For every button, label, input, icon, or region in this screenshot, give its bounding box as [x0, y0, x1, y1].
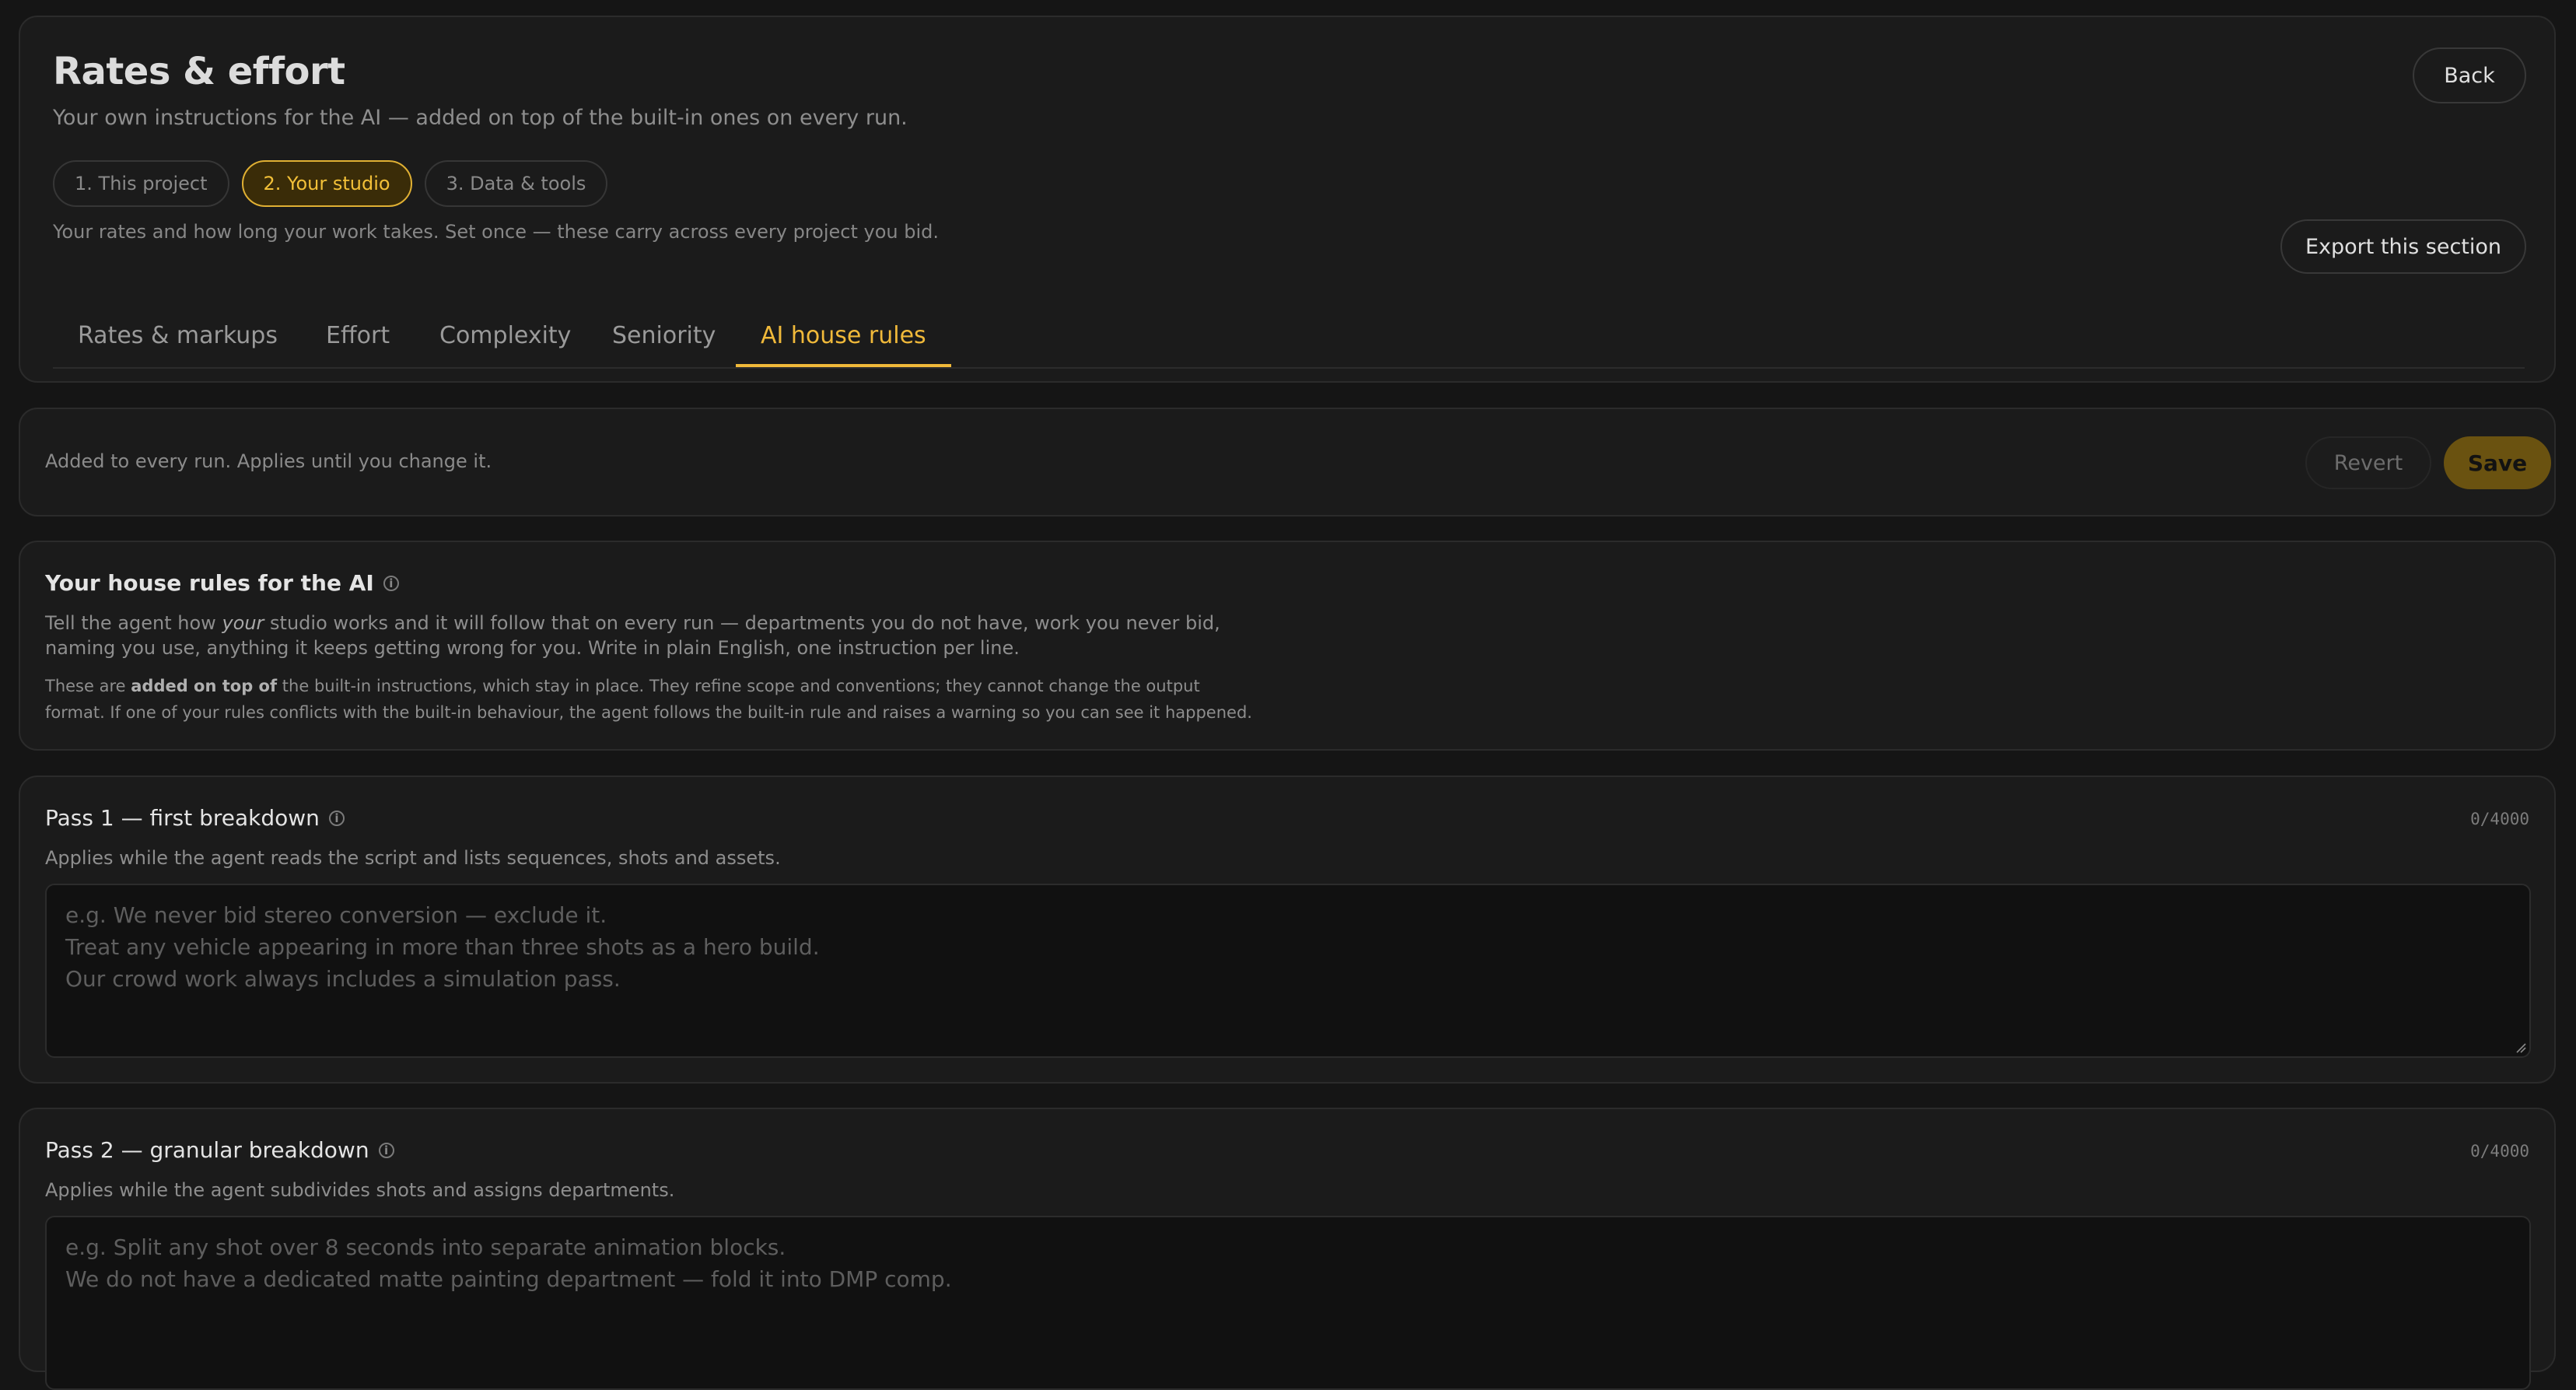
info-icon[interactable]: i [378, 1142, 394, 1158]
house-rules-card: Your house rules for the AI i Tell the a… [19, 541, 2556, 751]
revert-button[interactable]: Revert [2305, 436, 2431, 489]
pass-2-rules-textarea[interactable]: e.g. Split any shot over 8 seconds into … [45, 1216, 2531, 1390]
pass-2-card: Pass 2 — granular breakdown i 0/4000 App… [19, 1108, 2556, 1390]
tab-ai-house-rules[interactable]: AI house rules [736, 303, 951, 367]
info-icon[interactable]: i [328, 810, 345, 826]
pass-2-title: Pass 2 — granular breakdown [45, 1137, 369, 1163]
step-switcher: 1. This project 2. Your studio 3. Data &… [53, 160, 608, 207]
resize-handle-icon[interactable] [2515, 1042, 2526, 1053]
save-bar: Added to every run. Applies until you ch… [19, 408, 2556, 516]
tab-seniority[interactable]: Seniority [612, 303, 716, 367]
placeholder-line: e.g. We never bid stereo conversion — ex… [65, 902, 607, 928]
tab-complexity[interactable]: Complexity [439, 303, 571, 367]
placeholder-line: Treat any vehicle appearing in more than… [65, 934, 820, 960]
tab-rates-markups[interactable]: Rates & markups [78, 303, 278, 367]
step-description: Your rates and how long your work takes.… [53, 221, 939, 243]
back-button[interactable]: Back [2413, 47, 2526, 103]
step-data-tools[interactable]: 3. Data & tools [424, 160, 608, 207]
pass-1-description: Applies while the agent reads the script… [45, 847, 781, 869]
placeholder-line: Our crowd work always includes a simulat… [65, 966, 621, 992]
step-your-studio[interactable]: 2. Your studio [241, 160, 412, 207]
placeholder-line: e.g. Split any shot over 8 seconds into … [65, 1234, 786, 1260]
header-card: Rates & effort Your own instructions for… [19, 16, 2556, 383]
pass-2-description: Applies while the agent subdivides shots… [45, 1179, 675, 1201]
page-title: Rates & effort [53, 50, 345, 93]
house-rules-intro: Tell the agent how your studio works and… [45, 612, 1220, 659]
house-rules-heading: Your house rules for the AI i [45, 570, 399, 596]
pass-1-title: Pass 1 — first breakdown [45, 805, 320, 831]
pass-2-heading: Pass 2 — granular breakdown i [45, 1137, 394, 1163]
pass-1-card: Pass 1 — first breakdown i 0/4000 Applie… [19, 776, 2556, 1084]
house-rules-title: Your house rules for the AI [45, 570, 374, 596]
pass-1-rules-textarea[interactable]: e.g. We never bid stereo conversion — ex… [45, 884, 2531, 1058]
pass-1-char-counter: 0/4000 [2470, 810, 2529, 828]
house-rules-note: These are added on top of the built-in i… [45, 677, 1252, 722]
step-this-project[interactable]: 1. This project [53, 160, 229, 207]
pass-2-char-counter: 0/4000 [2470, 1142, 2529, 1161]
info-icon[interactable]: i [383, 575, 399, 591]
placeholder-line: We do not have a dedicated matte paintin… [65, 1266, 952, 1292]
export-section-button[interactable]: Export this section [2280, 219, 2526, 274]
section-tabs: Rates & markups Effort Complexity Senior… [53, 303, 2525, 369]
pass-1-heading: Pass 1 — first breakdown i [45, 805, 345, 831]
save-hint: Added to every run. Applies until you ch… [45, 450, 492, 472]
tab-effort[interactable]: Effort [326, 303, 390, 367]
save-button[interactable]: Save [2444, 436, 2551, 489]
page-subtitle: Your own instructions for the AI — added… [53, 106, 908, 130]
